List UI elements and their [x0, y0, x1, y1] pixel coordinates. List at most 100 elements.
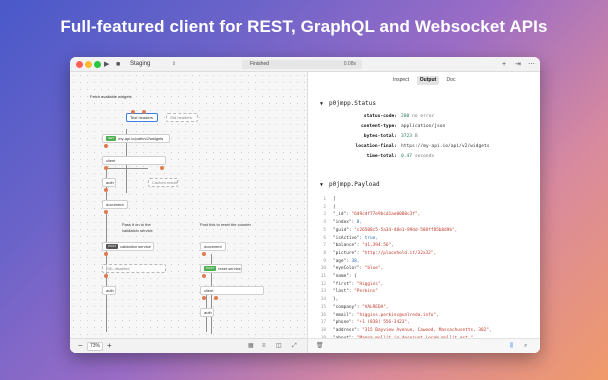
node-get-request[interactable]: GET my-api.io/path/v2/widgets — [102, 134, 170, 143]
code-line: 13 "last": "Perkins" — [308, 288, 540, 295]
connector-dot[interactable] — [104, 274, 108, 278]
titlebar: ▶ ■ Staging ⇕ Finished 0.08s + ⇥ ⋯ — [70, 57, 540, 72]
connector-dot[interactable] — [104, 166, 108, 170]
app-window: ▶ ■ Staging ⇕ Finished 0.08s + ⇥ ⋯ Fetch… — [70, 57, 540, 353]
code-line: 4 "index": 0, — [308, 219, 540, 226]
code-line: 3 "_id": "6d9cdf77e9bcd1ae0008c3f", — [308, 211, 540, 218]
disclosure-triangle-icon[interactable]: ▼ — [320, 101, 323, 107]
run-status-text: Finished — [250, 61, 269, 67]
request-url: my-api.io/path/v2/widgets — [118, 136, 164, 141]
grid-icon[interactable]: ▦ — [248, 342, 254, 351]
node-post-validation[interactable]: POST validation service — [102, 242, 154, 251]
split-view-icon[interactable]: ⫼ — [510, 342, 513, 351]
code-line: 14 }, — [308, 296, 540, 303]
connector-dot[interactable] — [202, 274, 206, 278]
code-line: 8 "picture": "http://placehold.it/32x32"… — [308, 250, 540, 257]
code-line: 17 "phone": "+1 (838) 556-3423", — [308, 319, 540, 326]
disclosure-triangle-icon[interactable]: ▼ — [320, 182, 323, 188]
stop-icon[interactable]: ■ — [116, 59, 120, 70]
maximize-window-button[interactable] — [94, 61, 101, 68]
tab-doc[interactable]: Doc — [443, 76, 459, 85]
arrow-icon[interactable]: ⇥ — [515, 59, 521, 70]
node-auth-3[interactable]: auth — [200, 308, 214, 317]
connector-dot[interactable] — [142, 110, 146, 114]
tab-inspect[interactable]: Inspect — [389, 76, 413, 85]
node-document-2[interactable]: document — [200, 242, 226, 251]
code-text: "balance": "$1,394.56", — [333, 243, 394, 249]
chevron-updown-icon: ⇕ — [171, 61, 176, 67]
search-icon[interactable]: ⌕ — [524, 342, 527, 351]
zoom-level[interactable]: 73% — [87, 342, 103, 351]
node-cached-result[interactable]: Cached result — [148, 178, 178, 187]
connector-dot[interactable] — [104, 252, 108, 256]
minimize-window-button[interactable] — [85, 61, 92, 68]
trash-icon[interactable]: 🗑 — [316, 342, 324, 351]
tab-output[interactable]: Output — [417, 76, 439, 85]
line-number: 13 — [320, 289, 326, 295]
node-client-2[interactable]: client — [200, 286, 264, 295]
post-badge-reset: POST — [204, 266, 217, 271]
plus-icon[interactable]: + — [502, 59, 506, 70]
connector-wire — [106, 168, 148, 169]
line-number: 18 — [320, 327, 326, 333]
code-line: 5 "guid": "c26508c5-5a34-48e1-99dd-580ff… — [308, 227, 540, 234]
connector-dot[interactable] — [104, 210, 108, 214]
node-document[interactable]: document — [102, 200, 128, 209]
group-title-pass-2: validation service — [122, 228, 153, 233]
node-client[interactable]: client — [102, 156, 166, 165]
code-text: }, — [333, 297, 339, 303]
post-badge: POST — [106, 244, 119, 249]
fit-icon[interactable]: ⤢ — [292, 342, 297, 351]
node-test-headers[interactable]: Test headers — [126, 113, 158, 122]
run-status-bar: Finished 0.08s — [242, 60, 362, 69]
node-auth-2[interactable]: auth — [102, 286, 116, 295]
line-number: 16 — [320, 312, 326, 318]
connector-dot[interactable] — [104, 188, 108, 192]
zoom-out-button[interactable]: − — [78, 341, 83, 351]
connector-dot[interactable] — [214, 296, 218, 300]
connector-dot[interactable] — [202, 252, 206, 256]
group-title-post: Post this to reset the counter — [200, 222, 251, 227]
connector-dot[interactable] — [160, 166, 164, 170]
code-text: "isActive": true, — [333, 235, 378, 241]
connector-dot[interactable] — [131, 110, 135, 114]
code-text: "name": { — [333, 274, 357, 279]
line-number: 7 — [323, 243, 326, 249]
code-line: 16 "email": "higgins.perkins@valreda.inf… — [308, 312, 540, 319]
output-pane: Inspect Output Doc ▼ p0jmpp.Status status… — [308, 72, 540, 353]
zoom-in-button[interactable]: + — [107, 341, 112, 351]
line-number: 6 — [323, 235, 326, 241]
ellipsis-icon[interactable]: ⋯ — [528, 59, 535, 70]
code-text: "guid": "c26508c5-5a34-48e1-99dd-580ff85… — [333, 227, 458, 233]
group-title-fetch: Fetch available widgets — [90, 94, 132, 99]
environment-select[interactable]: Staging ⇕ — [130, 60, 176, 69]
status-section-title[interactable]: ▼ p0jmpp.Status — [320, 100, 376, 107]
play-icon[interactable]: ▶ — [104, 59, 109, 70]
node-post-reset[interactable]: POST reset service — [200, 264, 242, 273]
line-number: 12 — [320, 281, 326, 287]
list-icon[interactable]: ≡ — [262, 342, 266, 351]
headline: Full-featured client for REST, GraphQL a… — [60, 17, 548, 36]
code-line: 10 "eyeColor": "blue", — [308, 265, 540, 272]
node-auth[interactable]: auth — [102, 178, 116, 187]
code-line: 11 "name": { — [308, 273, 540, 280]
status-row: bytes-total: 3723 B — [363, 134, 418, 139]
payload-section-title[interactable]: ▼ p0jmpp.Payload — [320, 181, 380, 188]
line-number: 8 — [323, 250, 326, 256]
close-window-button[interactable] — [76, 61, 83, 68]
code-line: 6 "isActive": true, — [308, 235, 540, 242]
layers-icon[interactable]: ◫ — [276, 342, 282, 351]
line-number: 1 — [323, 197, 326, 202]
code-text: "eyeColor": "blue", — [333, 266, 384, 272]
code-text: [ — [333, 197, 336, 202]
line-number: 17 — [320, 320, 326, 326]
code-line: 15 "company": "VALREDA", — [308, 304, 540, 311]
node-old-headers[interactable]: Old headers — [166, 113, 198, 122]
flow-canvas[interactable]: Fetch available widgets Test headers Old… — [70, 72, 308, 338]
node-ssl-disabled[interactable]: SSL disabled — [102, 264, 166, 273]
connector-dot[interactable] — [104, 144, 108, 148]
connector-dot[interactable] — [202, 296, 206, 300]
status-row: status-code: 200 no error — [363, 114, 435, 119]
status-row: content-type: application/json — [361, 124, 446, 129]
code-text: "address": "315 Bayview Avenue, Cawood, … — [333, 327, 492, 333]
